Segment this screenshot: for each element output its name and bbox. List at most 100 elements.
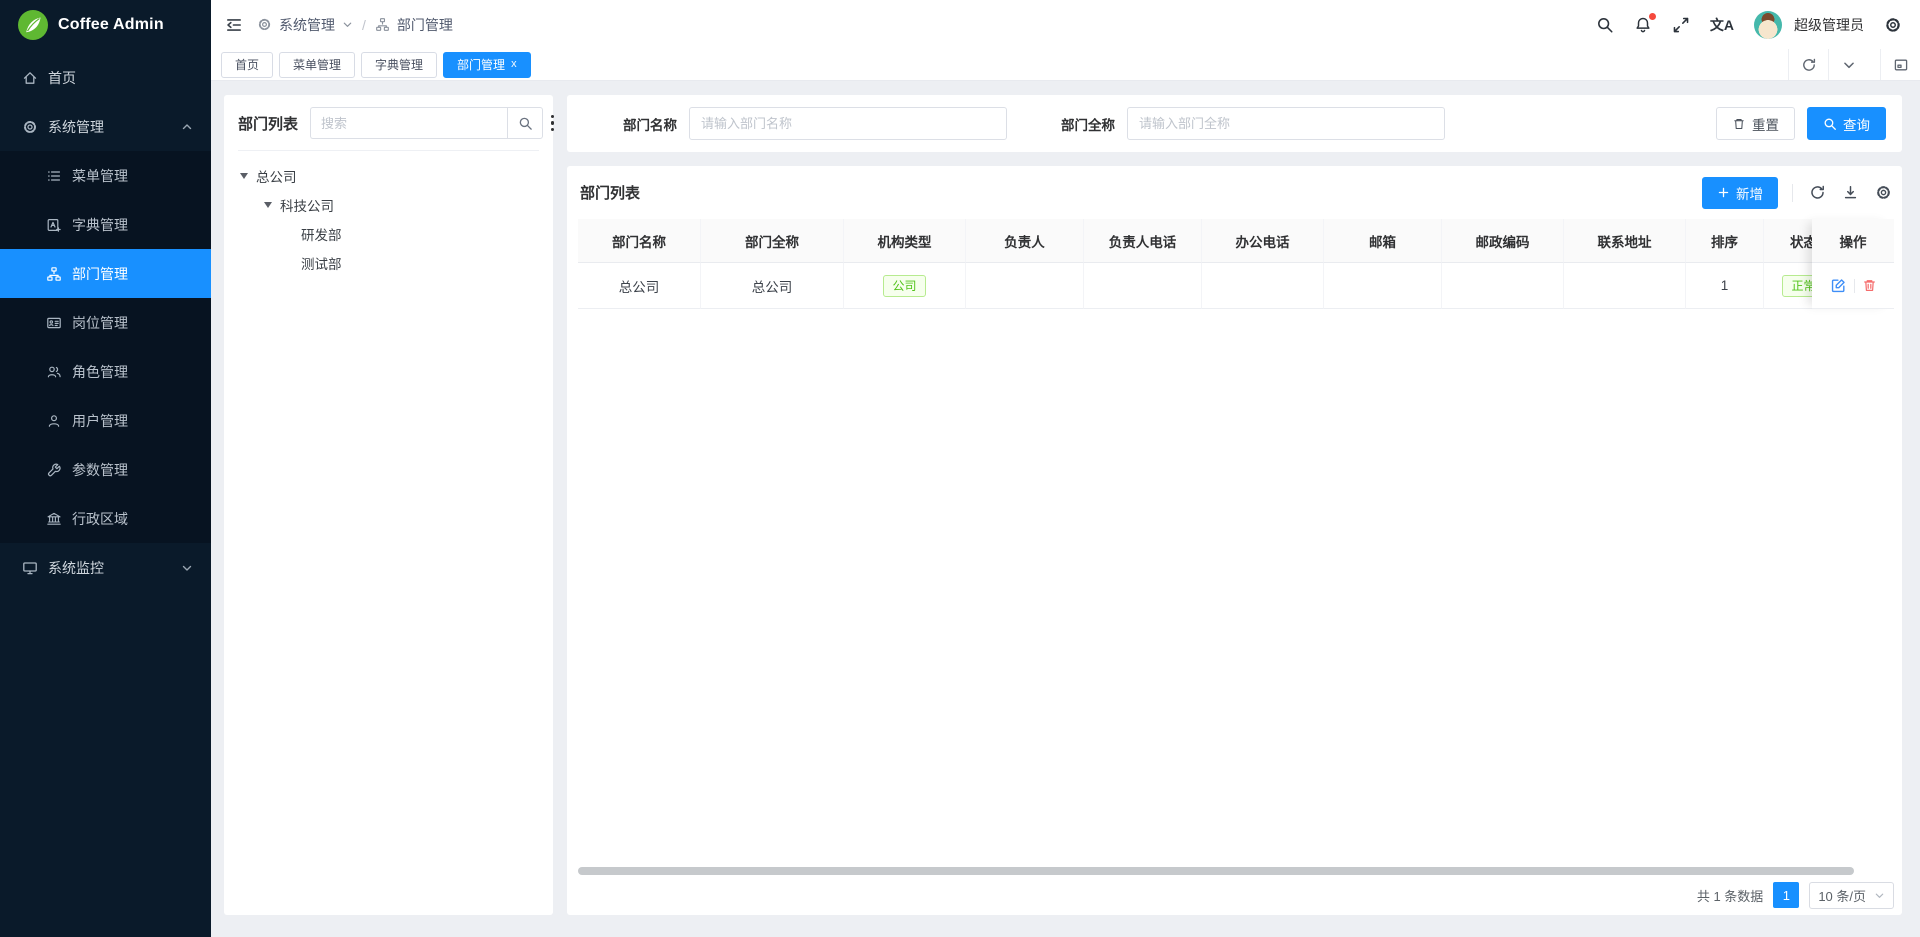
sidebar-item-label: 角色管理: [72, 362, 128, 382]
table-scroll-container: 部门名称 部门全称 机构类型 负责人 负责人电话 办公电话 邮箱 邮政编码 联系…: [578, 219, 1894, 309]
user-name[interactable]: 超级管理员: [1794, 15, 1864, 35]
breadcrumb-separator: /: [362, 17, 366, 33]
add-label: 新增: [1736, 183, 1763, 203]
filter-dept-name: 部门名称: [623, 107, 1007, 140]
cell-dept-name: 总公司: [578, 263, 701, 309]
breadcrumb-level2[interactable]: 部门管理: [397, 15, 453, 35]
sidebar-item-label: 参数管理: [72, 460, 128, 480]
caret-down-icon[interactable]: [264, 202, 272, 208]
gear-icon: [257, 17, 272, 32]
refresh-icon[interactable]: [1788, 49, 1828, 80]
settings-gear-icon[interactable]: [1884, 16, 1902, 34]
gear-icon: [22, 119, 38, 135]
toolbar-divider: [1792, 184, 1793, 202]
sidebar-item-role-management[interactable]: 角色管理: [0, 347, 211, 396]
tree-search-button[interactable]: [507, 107, 543, 139]
tree-node-rd-dept[interactable]: 研发部: [238, 219, 539, 248]
sidebar-item-dict-management[interactable]: 字典管理: [0, 200, 211, 249]
cell-dept-full: 总公司: [701, 263, 844, 309]
fullscreen-icon[interactable]: [1672, 16, 1690, 34]
sidebar-item-param-management[interactable]: 参数管理: [0, 445, 211, 494]
tree-node-test-dept[interactable]: 测试部: [238, 248, 539, 277]
caret-down-icon[interactable]: [240, 173, 248, 179]
chevron-down-icon[interactable]: [1828, 49, 1868, 80]
sidebar-item-label: 系统监控: [48, 558, 104, 578]
breadcrumb-level1[interactable]: 系统管理: [279, 15, 335, 35]
page-tabs: 首页 菜单管理 字典管理 部门管理 x: [211, 49, 1920, 81]
refresh-icon[interactable]: [1809, 184, 1826, 201]
reset-button[interactable]: 重置: [1716, 107, 1795, 140]
pagination-bar: 共 1 条数据 1 10 条/页: [567, 875, 1902, 915]
tab-menu-management[interactable]: 菜单管理: [279, 52, 355, 78]
col-sort: 排序: [1686, 219, 1764, 263]
col-leader-phone: 负责人电话: [1084, 219, 1202, 263]
search-icon: [1823, 117, 1837, 131]
tree-search-input[interactable]: [310, 107, 507, 139]
download-icon[interactable]: [1842, 184, 1859, 201]
tree-node-label: 研发部: [301, 224, 342, 244]
search-icon[interactable]: [1596, 16, 1614, 34]
home-icon: [22, 70, 38, 86]
sidebar-menu: 首页 系统管理 菜单管理 字典管理 部门管理 岗位管理: [0, 49, 211, 592]
tab-home[interactable]: 首页: [221, 52, 273, 78]
column-settings-gear-icon[interactable]: [1875, 184, 1892, 201]
col-actions: 操作: [1812, 219, 1894, 263]
app-logo[interactable]: Coffee Admin: [0, 0, 211, 49]
menu-fold-icon[interactable]: [225, 16, 243, 34]
cell-sort: 1: [1686, 263, 1764, 309]
sidebar-item-home[interactable]: 首页: [0, 53, 211, 102]
sidebar-item-system-monitor[interactable]: 系统监控: [0, 543, 211, 592]
tab-dict-management[interactable]: 字典管理: [361, 52, 437, 78]
search-label: 查询: [1843, 114, 1870, 134]
table-header-row: 部门名称 部门全称 机构类型 负责人 负责人电话 办公电话 邮箱 邮政编码 联系…: [578, 219, 1894, 263]
people-icon: [46, 364, 62, 380]
sidebar-item-system-management[interactable]: 系统管理: [0, 102, 211, 151]
tree-node-head-office[interactable]: 总公司: [238, 161, 539, 190]
trash-icon: [1732, 117, 1746, 131]
bank-icon: [46, 511, 62, 527]
tree-node-tech-company[interactable]: 科技公司: [238, 190, 539, 219]
reset-label: 重置: [1752, 114, 1779, 134]
sidebar-item-post-management[interactable]: 岗位管理: [0, 298, 211, 347]
page-size-select[interactable]: 10 条/页: [1809, 882, 1894, 909]
avatar[interactable]: [1754, 11, 1782, 39]
sidebar-item-admin-region[interactable]: 行政区域: [0, 494, 211, 543]
close-icon[interactable]: x: [511, 59, 517, 70]
tree-node-label: 测试部: [301, 253, 342, 273]
translate-icon[interactable]: 文A: [1710, 15, 1734, 35]
table-title: 部门列表: [580, 182, 640, 203]
sidebar-item-department-management[interactable]: 部门管理: [0, 249, 211, 298]
sidebar-item-menu-management[interactable]: 菜单管理: [0, 151, 211, 200]
wrench-icon: [46, 462, 62, 478]
kebab-menu-icon[interactable]: [551, 115, 554, 131]
add-button[interactable]: 新增: [1702, 177, 1778, 209]
tab-controls: [1788, 49, 1920, 80]
page-1-button[interactable]: 1: [1773, 882, 1799, 908]
tab-label: 字典管理: [375, 56, 423, 73]
table-toolbar: 新增: [1702, 177, 1892, 209]
sidebar-item-label: 首页: [48, 68, 76, 88]
sidebar-item-user-management[interactable]: 用户管理: [0, 396, 211, 445]
plus-icon: [1717, 186, 1730, 199]
chevron-down-icon: [1874, 890, 1885, 901]
dept-name-input[interactable]: [689, 107, 1007, 140]
department-tree-panel: 部门列表 总公司 科技公司 研发部 测试部: [224, 95, 553, 915]
tree-panel-header: 部门列表: [238, 107, 539, 151]
cell-leader-phone: [1084, 263, 1202, 309]
sidebar-item-label: 用户管理: [72, 411, 128, 431]
horizontal-scrollbar[interactable]: [578, 867, 1854, 875]
search-button[interactable]: 查询: [1807, 107, 1886, 140]
dept-fullname-input[interactable]: [1127, 107, 1445, 140]
maximize-icon[interactable]: [1880, 49, 1920, 80]
org-tree-icon: [46, 266, 62, 282]
actions-divider: [1854, 279, 1855, 293]
bell-icon[interactable]: [1634, 16, 1652, 34]
org-tree-icon: [375, 17, 390, 32]
cell-office-phone: [1202, 263, 1324, 309]
org-type-tag: 公司: [883, 275, 925, 297]
delete-icon[interactable]: [1862, 278, 1877, 293]
edit-icon[interactable]: [1830, 277, 1847, 294]
col-dept-full: 部门全称: [701, 219, 844, 263]
tab-department-management[interactable]: 部门管理 x: [443, 52, 531, 78]
chevron-down-icon: [342, 19, 353, 30]
